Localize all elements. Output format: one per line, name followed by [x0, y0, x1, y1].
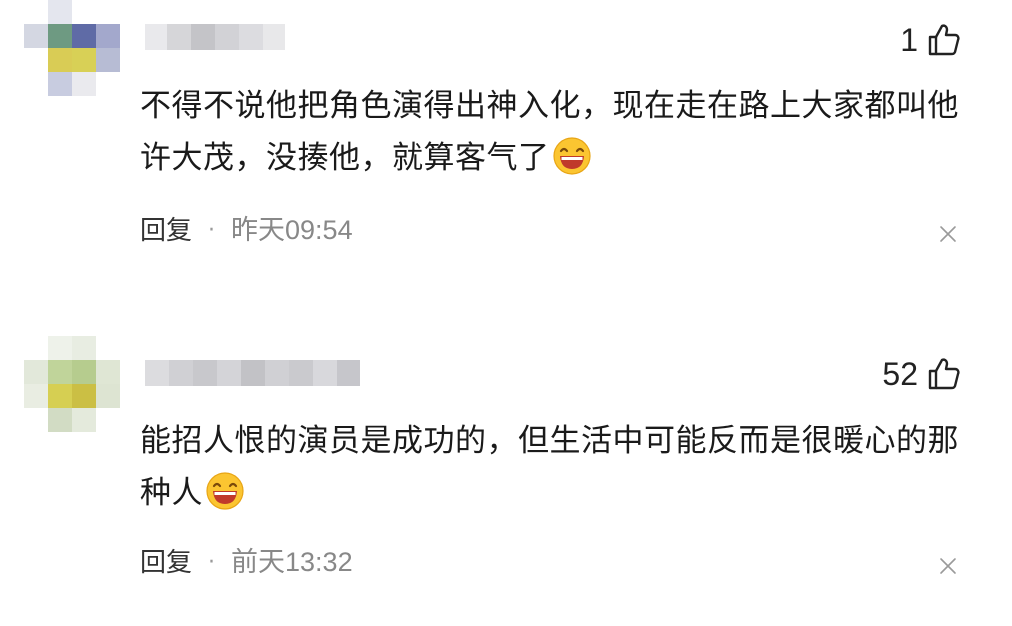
comment-text: 不得不说他把角色演得出神入化，现在走在路上大家都叫他许大茂，没揍他，就算客气了: [140, 80, 980, 184]
username-blurred[interactable]: [145, 360, 360, 386]
laughing-emoji-icon: [206, 472, 244, 510]
timestamp: 前天13:32: [231, 547, 353, 577]
comment-text: 能招人恨的演员是成功的，但生活中可能反而是很暖心的那种人: [140, 415, 980, 519]
like-button[interactable]: 1: [900, 22, 962, 58]
like-count: 52: [882, 356, 918, 392]
laughing-emoji-icon: [552, 137, 591, 175]
comment-text-content: 不得不说他把角色演得出神入化，现在走在路上大家都叫他许大茂，没揍他，就算客气了: [140, 88, 959, 176]
avatar[interactable]: [24, 336, 120, 432]
comment-meta: 回复 · 昨天09:54: [140, 217, 353, 244]
like-button[interactable]: 52: [882, 356, 962, 392]
avatar[interactable]: [24, 0, 120, 96]
comment-meta: 回复 · 前天13:32: [140, 549, 353, 576]
thumbs-up-icon: [928, 358, 960, 390]
reply-button[interactable]: 回复: [140, 550, 192, 576]
comment-text-content: 能招人恨的演员是成功的，但生活中可能反而是很暖心的那种人: [140, 423, 959, 511]
separator-dot: ·: [208, 549, 216, 575]
close-icon[interactable]: [939, 225, 957, 243]
separator-dot: ·: [208, 217, 216, 243]
close-icon[interactable]: [939, 557, 957, 575]
thumbs-up-icon: [928, 24, 960, 56]
like-count: 1: [900, 22, 918, 58]
timestamp: 昨天09:54: [231, 215, 353, 245]
reply-button[interactable]: 回复: [140, 218, 192, 244]
username-blurred[interactable]: [145, 24, 285, 50]
